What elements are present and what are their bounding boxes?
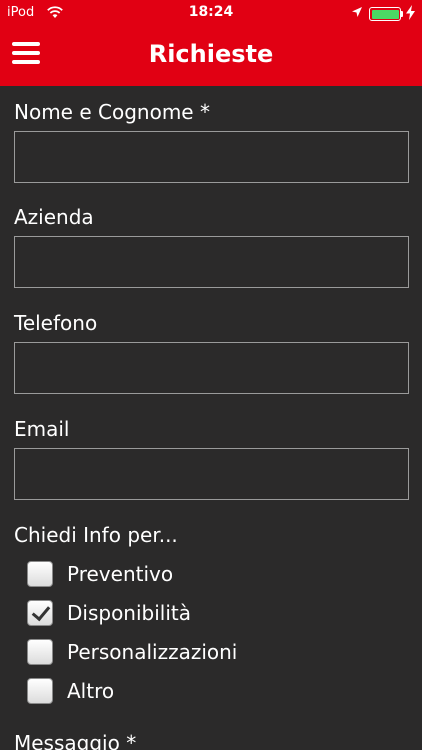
checkbox-box[interactable]	[27, 561, 53, 587]
phone-label: Telefono	[14, 311, 98, 335]
checkbox-disponibilita[interactable]: Disponibilità	[27, 599, 191, 627]
battery-nub	[401, 11, 403, 17]
charging-bolt-icon	[406, 5, 415, 20]
checkbox-box[interactable]	[27, 678, 53, 704]
checkbox-box[interactable]	[27, 639, 53, 665]
page-title: Richieste	[148, 40, 274, 68]
checkbox-label: Altro	[67, 679, 115, 703]
nav-bar: Richieste	[0, 26, 422, 86]
checkbox-label: Preventivo	[67, 562, 174, 586]
name-label: Nome e Cognome *	[14, 100, 210, 124]
checkbox-personalizzazioni[interactable]: Personalizzazioni	[27, 638, 237, 666]
email-input[interactable]	[14, 448, 409, 500]
checkbox-altro[interactable]: Altro	[27, 677, 114, 705]
checkbox-label: Disponibilità	[67, 601, 192, 625]
name-input[interactable]	[14, 131, 409, 183]
battery-icon	[369, 7, 401, 21]
header: iPod 18:24 Richieste	[0, 0, 422, 86]
checkbox-preventivo[interactable]: Preventivo	[27, 560, 173, 588]
checkbox-box[interactable]	[27, 600, 53, 626]
company-label: Azienda	[14, 205, 94, 229]
email-label: Email	[14, 417, 70, 441]
battery-level	[371, 9, 399, 19]
message-label: Messaggio *	[14, 731, 137, 750]
info-label: Chiedi Info per...	[14, 523, 178, 547]
company-input[interactable]	[14, 236, 409, 288]
status-bar: iPod 18:24	[0, 0, 422, 26]
app-screen: iPod 18:24 Richieste Nome e Cognome * Az…	[0, 0, 422, 750]
checkbox-label: Personalizzazioni	[67, 640, 238, 664]
location-arrow-icon	[352, 7, 362, 17]
phone-input[interactable]	[14, 342, 409, 394]
